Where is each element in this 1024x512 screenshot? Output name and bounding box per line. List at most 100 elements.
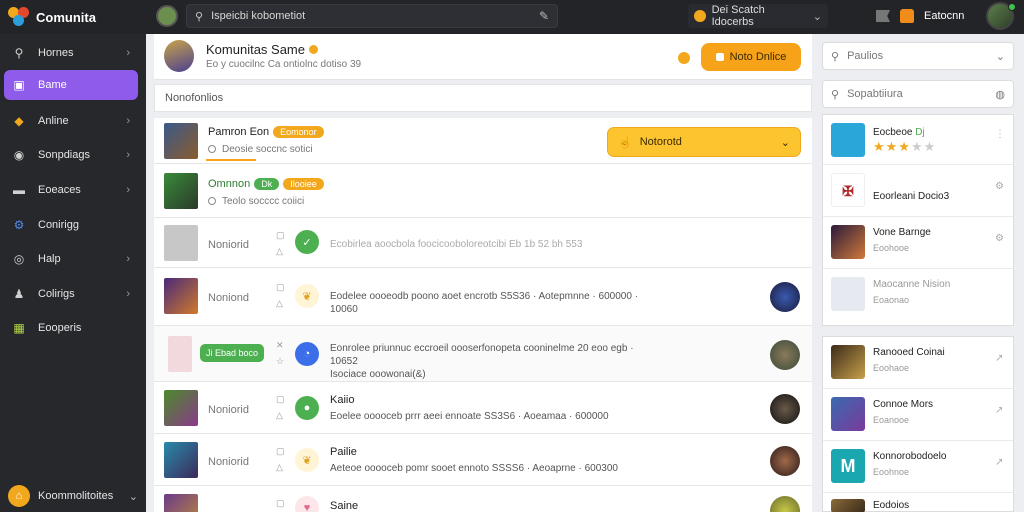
share-icon[interactable]: △ [276, 462, 283, 473]
list-item[interactable]: Ranooed Coinai Eoohaoe ↗ [823, 337, 1013, 389]
table-row[interactable]: Omnnon Dk Ilooiee Teolo socccc coiici [154, 164, 812, 218]
share-icon[interactable]: ↗ [995, 405, 1003, 416]
coin-icon [678, 52, 690, 64]
settings-icon[interactable]: ⚙ [995, 181, 1004, 192]
sidebar-item-config[interactable]: ⚙ Conirigg [4, 210, 138, 240]
sidebar-item-game[interactable]: ▣ Bame [4, 70, 138, 100]
row-tag: Dk [254, 178, 280, 190]
sidebar-item-resources[interactable]: ▬ Eoeaces › [4, 175, 138, 205]
table-row[interactable]: Pamron Eon Eomonor Deosie soccnc sotici ☝… [154, 118, 812, 164]
sidebar-item-cooperation[interactable]: ▦ Eooperis [4, 313, 138, 343]
table-row[interactable]: Ji Ebad boco ✕ ☆ ◔ Eonrolee priunnuc ecc… [154, 326, 812, 382]
brand-logo-icon [8, 7, 30, 27]
player-avatar[interactable] [770, 394, 800, 424]
chevron-right-icon: › [126, 149, 130, 161]
search-icon: ⚲ [14, 46, 24, 60]
player-avatar[interactable] [770, 340, 800, 370]
search-text: Ispeicbi kobometiot [211, 10, 306, 22]
row-thumbnail [164, 123, 198, 159]
settings-icon[interactable]: ⚙ [995, 233, 1004, 244]
list-item[interactable]: Connoe Mors Eoanooe ↗ [823, 389, 1013, 441]
row-name: Noniond [208, 292, 249, 304]
main-panel: Komunitas Same Eo y cuocilnc Ca ontiolnc… [154, 34, 812, 512]
player-avatar[interactable] [770, 446, 800, 476]
list-item-title: Connoe Mors [873, 399, 934, 410]
chevron-down-icon: ⌄ [995, 50, 1005, 63]
subscription-search-input[interactable]: ⚲ Sopabtiiura ◍ [822, 80, 1014, 108]
clock-icon [208, 197, 216, 205]
search-input[interactable]: ⚲ Ispeicbi kobometiot ✎ [186, 4, 558, 28]
sidebar-item-help[interactable]: ◎ Halp › [4, 244, 138, 274]
list-item[interactable]: M Konnorobodoelo Eoohnoe ↗ [823, 441, 1013, 493]
primary-action-button[interactable]: Noto Dnlice [701, 43, 801, 71]
sidebar-footer[interactable]: ⌂ Koommolitoites ⌄ [8, 482, 138, 510]
table-row[interactable]: Noniorid ▢ △ ❦ Pailie Aeteoe ooooceb pom… [154, 434, 812, 486]
heart-icon: ♥ [295, 496, 319, 512]
shield-icon: ◍ [995, 88, 1005, 101]
player-avatar[interactable] [770, 496, 800, 512]
share-icon[interactable]: △ [276, 410, 283, 421]
comment-icon[interactable]: ▢ [276, 446, 285, 457]
status-select[interactable]: ☝ Notorotd ⌄ [607, 127, 801, 157]
comment-icon[interactable]: ▢ [276, 282, 285, 293]
sidebar-item-colorings[interactable]: ♟ Colirigs › [4, 279, 138, 309]
coin-icon [694, 10, 706, 22]
grid-icon: ▦ [13, 321, 25, 335]
row-thumbnail [164, 442, 198, 478]
list-item[interactable]: Eocbeoe Dj ★★★★★ ⋮ [823, 115, 1013, 165]
table-row[interactable]: Noniond ▢ △ ❦ Eodelee oooeodb poono aoet… [154, 268, 812, 326]
brand[interactable]: Comunita [8, 7, 96, 27]
username[interactable]: Eatocnn [924, 10, 964, 22]
online-status-icon [1008, 3, 1016, 11]
top-bar: Comunita ⚲ Ispeicbi kobometiot ✎ Dei Sca… [0, 0, 1024, 34]
filter-select[interactable]: ⚲ Paulios ⌄ [822, 42, 1014, 70]
sidebar-item-label: Sonpdiags [38, 149, 90, 161]
list-item[interactable]: Maocanne Nision Eoaonao [823, 269, 1013, 325]
row-thumbnail [164, 173, 198, 209]
sidebar-item-online[interactable]: ◆ Anline › [4, 106, 138, 136]
comment-icon[interactable]: ▢ [276, 230, 285, 241]
star-icon[interactable]: ☆ [276, 356, 284, 367]
list-item[interactable]: Eodoios [823, 493, 1013, 512]
filter-input[interactable]: Nonofonlios [154, 84, 812, 112]
table-row[interactable]: ▢ ♥ Saine [154, 486, 812, 512]
player-avatar[interactable] [770, 282, 800, 312]
chevron-right-icon: › [126, 288, 130, 300]
sidebar-item-label: Eooperis [38, 322, 82, 334]
list-item[interactable]: ✠ Eoorleani Docio3 ⚙ [823, 165, 1013, 217]
primary-action-label: Noto Dnlice [729, 51, 787, 63]
edit-icon[interactable]: ✎ [539, 9, 549, 23]
share-icon[interactable]: ↗ [995, 353, 1003, 364]
chevron-right-icon: › [126, 47, 130, 59]
row-thumbnail [831, 397, 865, 431]
row-thumbnail [831, 225, 865, 259]
tools-icon[interactable]: ✕ [276, 340, 284, 351]
share-icon[interactable]: △ [276, 298, 283, 309]
sidebar-item-home[interactable]: ⚲ Hornes › [4, 38, 138, 68]
chevron-down-icon: ⌄ [780, 136, 790, 149]
share-icon[interactable]: △ [276, 246, 283, 257]
sidebar-item-label: Eoeaces [38, 184, 81, 196]
row-thumbnail [168, 336, 192, 372]
top-dropdown[interactable]: Dei Scatch Idocerbs ⌄ [688, 4, 828, 28]
sidebar-item-settings[interactable]: ◉ Sonpdiags › [4, 140, 138, 170]
list-item-sub: Eoaonao [873, 295, 910, 305]
active-underline [206, 159, 256, 161]
bell-icon[interactable] [900, 9, 914, 23]
table-row[interactable]: Noniorid ▢ △ ● Kaiio Eoelee ooooceb prrr… [154, 382, 812, 434]
chevron-down-icon: ⌄ [128, 490, 138, 503]
m-logo-icon: M [831, 449, 865, 483]
comment-icon[interactable]: ▢ [276, 498, 285, 509]
more-icon[interactable]: ⋮ [995, 129, 1005, 140]
comment-icon[interactable]: ▢ [276, 394, 285, 405]
community-badge-icon: ⌂ [8, 485, 30, 507]
sidebar-item-label: Conirigg [38, 219, 79, 231]
note-icon [715, 53, 724, 61]
chat-icon: ◔ [295, 342, 319, 366]
list-item[interactable]: Vone Barnge Eoohooe ⚙ [823, 217, 1013, 269]
community-avatar[interactable] [156, 5, 178, 27]
flag-icon[interactable] [876, 10, 890, 22]
table-row[interactable]: Noniorid ▢ △ ✓ Ecobirlea aoocbola foocic… [154, 218, 812, 268]
row-title: Kaiio [330, 394, 355, 406]
share-icon[interactable]: ↗ [995, 457, 1003, 468]
